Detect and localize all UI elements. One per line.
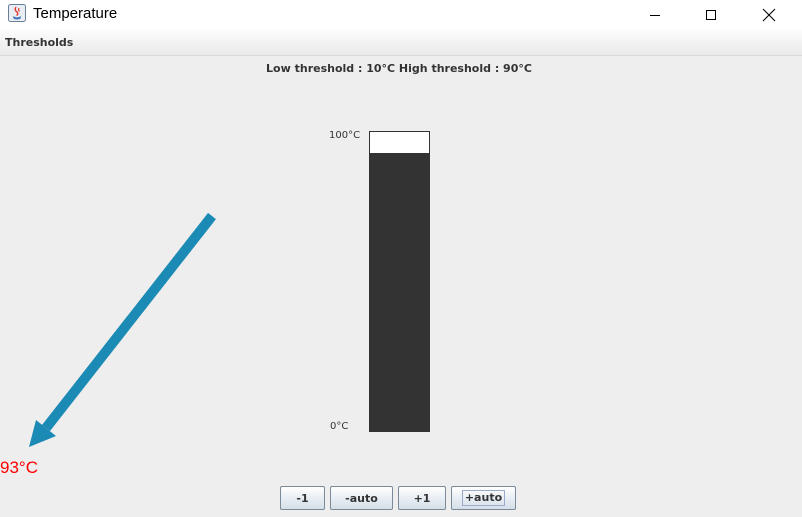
maximize-button[interactable]: [688, 0, 734, 29]
minimize-button[interactable]: [632, 0, 678, 29]
scale-min-label: 0°C: [330, 421, 349, 432]
thermometer-gauge: [369, 131, 430, 432]
auto-decrement-label: -auto: [345, 491, 378, 505]
maximize-icon: [706, 9, 716, 20]
window-title: Temperature: [33, 5, 118, 22]
auto-decrement-button[interactable]: -auto: [330, 486, 393, 510]
menu-bar: Thresholds: [0, 29, 802, 56]
scale-max-label: 100°C: [329, 130, 361, 141]
increment-button[interactable]: +1: [398, 486, 446, 510]
close-button[interactable]: [746, 0, 792, 29]
decrement-button[interactable]: -1: [280, 486, 325, 510]
increment-label: +1: [413, 491, 431, 505]
auto-increment-button[interactable]: +auto: [451, 486, 516, 510]
temperature-window: Temperature Thresholds Low threshold : 1…: [0, 0, 802, 517]
threshold-summary: Low threshold : 10°C High threshold : 90…: [266, 62, 532, 75]
current-temperature: 93°C: [0, 458, 38, 477]
title-bar[interactable]: Temperature: [0, 0, 802, 29]
thermometer-fill: [370, 152, 429, 431]
minimize-icon: [650, 14, 660, 16]
auto-increment-label: +auto: [461, 490, 506, 506]
decrement-label: -1: [296, 491, 309, 505]
java-app-icon: [8, 4, 26, 22]
menu-thresholds[interactable]: Thresholds: [5, 36, 73, 49]
close-icon: [762, 8, 776, 21]
